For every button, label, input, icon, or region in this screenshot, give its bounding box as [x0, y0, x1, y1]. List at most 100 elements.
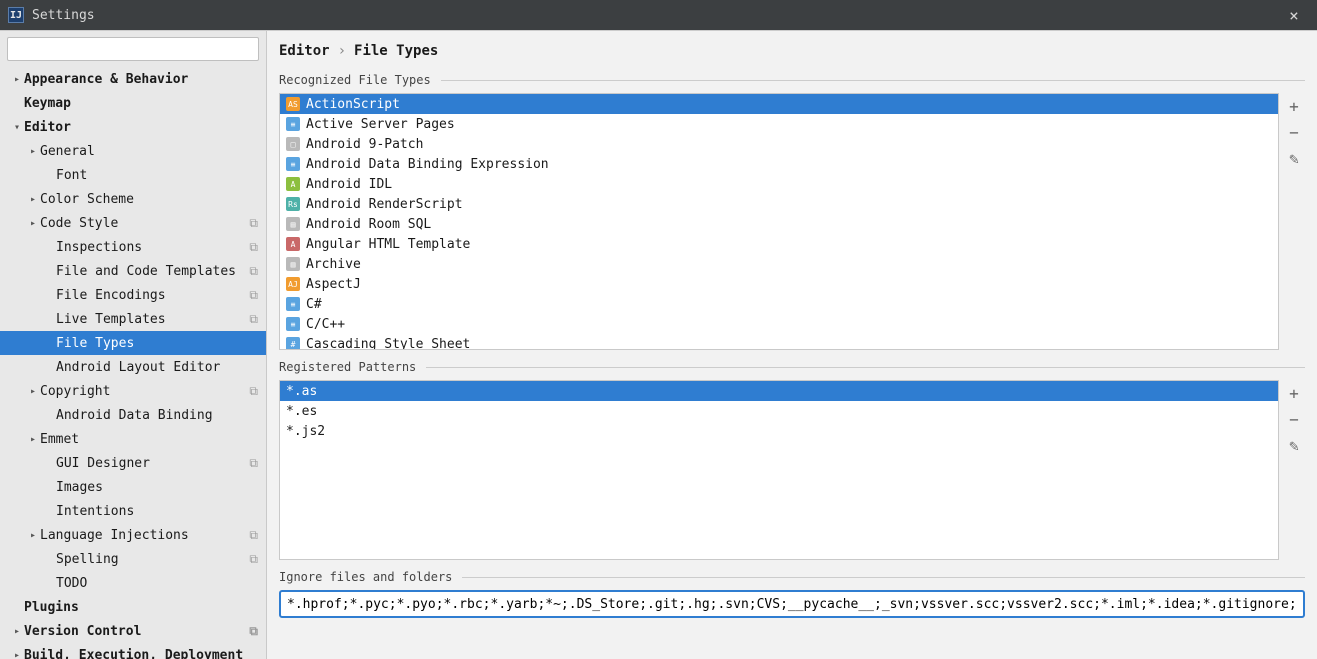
- tree-item[interactable]: TODO: [0, 571, 266, 595]
- file-type-icon: ≡: [286, 157, 300, 171]
- file-type-icon: ≡: [286, 297, 300, 311]
- pattern-item[interactable]: *.js2: [280, 421, 1278, 441]
- tree-item-label: Images: [56, 480, 258, 495]
- pattern-label: *.js2: [286, 424, 325, 439]
- edit-pattern-button[interactable]: ✎: [1283, 434, 1305, 456]
- remove-button[interactable]: −: [1283, 121, 1305, 143]
- scheme-icon: ⧉: [249, 240, 258, 255]
- tree-item[interactable]: GUI Designer⧉: [0, 451, 266, 475]
- section-title-recognized: Recognized File Types: [279, 73, 431, 87]
- file-type-icon: Rs: [286, 197, 300, 211]
- tree-item[interactable]: Spelling⧉: [0, 547, 266, 571]
- tree-item[interactable]: ▸Emmet: [0, 427, 266, 451]
- chevron-icon: ▸: [26, 434, 40, 445]
- file-type-item[interactable]: #Cascading Style Sheet: [280, 334, 1278, 350]
- file-type-item[interactable]: ASActionScript: [280, 94, 1278, 114]
- tree-item[interactable]: ▸Code Style⧉: [0, 211, 266, 235]
- file-type-item[interactable]: ▤Android Room SQL: [280, 214, 1278, 234]
- file-type-item[interactable]: ≡Active Server Pages: [280, 114, 1278, 134]
- scheme-icon: ⧉: [249, 528, 258, 543]
- file-type-label: AspectJ: [306, 277, 361, 292]
- add-pattern-button[interactable]: +: [1283, 382, 1305, 404]
- tree-item[interactable]: ▸Version Control⧉: [0, 619, 266, 643]
- tree-item[interactable]: ▸Copyright⧉: [0, 379, 266, 403]
- file-type-icon: AJ: [286, 277, 300, 291]
- ignore-input[interactable]: [279, 590, 1305, 618]
- tree-item[interactable]: File Encodings⧉: [0, 283, 266, 307]
- tree-item-label: Spelling: [56, 552, 249, 567]
- add-button[interactable]: +: [1283, 95, 1305, 117]
- tree-item-label: Font: [56, 168, 258, 183]
- settings-tree: ▸Appearance & BehaviorKeymap▾Editor▸Gene…: [0, 67, 266, 659]
- file-type-label: Android Room SQL: [306, 217, 431, 232]
- chevron-icon: ▸: [26, 530, 40, 541]
- section-title-registered: Registered Patterns: [279, 360, 416, 374]
- remove-pattern-button[interactable]: −: [1283, 408, 1305, 430]
- pattern-item[interactable]: *.es: [280, 401, 1278, 421]
- file-type-label: Android 9-Patch: [306, 137, 423, 152]
- tree-item-label: Editor: [24, 120, 258, 135]
- tree-item-label: File and Code Templates: [56, 264, 249, 279]
- titlebar: IJ Settings ×: [0, 0, 1317, 30]
- file-type-label: C/C++: [306, 317, 345, 332]
- chevron-icon: ▸: [10, 626, 24, 637]
- file-type-item[interactable]: AJ AspectJ: [280, 274, 1278, 294]
- tree-item[interactable]: ▸Color Scheme: [0, 187, 266, 211]
- scheme-icon: ⧉: [249, 264, 258, 279]
- tree-item[interactable]: Live Templates⧉: [0, 307, 266, 331]
- file-type-item[interactable]: AAndroid IDL: [280, 174, 1278, 194]
- file-type-label: Android RenderScript: [306, 197, 463, 212]
- tree-item[interactable]: ▸Build, Execution, Deployment: [0, 643, 266, 659]
- tree-item-label: General: [40, 144, 258, 159]
- file-type-item[interactable]: Rs Android RenderScript: [280, 194, 1278, 214]
- tree-item-label: Keymap: [24, 96, 258, 111]
- tree-item[interactable]: ▸Appearance & Behavior: [0, 67, 266, 91]
- scheme-icon: ⧉: [249, 384, 258, 399]
- tree-item-label: Language Injections: [40, 528, 249, 543]
- chevron-icon: ▸: [26, 194, 40, 205]
- edit-button[interactable]: ✎: [1283, 147, 1305, 169]
- tree-item[interactable]: Inspections⧉: [0, 235, 266, 259]
- file-type-item[interactable]: ≡ C#: [280, 294, 1278, 314]
- tree-item[interactable]: Android Data Binding: [0, 403, 266, 427]
- pattern-item[interactable]: *.as: [280, 381, 1278, 401]
- tree-item[interactable]: Font: [0, 163, 266, 187]
- breadcrumb-parent: Editor: [279, 43, 330, 59]
- file-type-label: C#: [306, 297, 322, 312]
- tree-item[interactable]: Intentions: [0, 499, 266, 523]
- window-title: Settings: [32, 8, 1279, 23]
- tree-item[interactable]: ▾Editor: [0, 115, 266, 139]
- tree-item[interactable]: File and Code Templates⧉: [0, 259, 266, 283]
- chevron-icon: ▸: [10, 74, 24, 85]
- tree-item-label: Build, Execution, Deployment: [24, 648, 258, 659]
- tree-item[interactable]: Plugins: [0, 595, 266, 619]
- tree-item-label: Android Data Binding: [56, 408, 258, 423]
- file-type-item[interactable]: AAngular HTML Template: [280, 234, 1278, 254]
- breadcrumb: Editor › File Types: [279, 43, 1305, 59]
- file-type-label: Archive: [306, 257, 361, 272]
- chevron-icon: ▸: [26, 146, 40, 157]
- tree-item[interactable]: Android Layout Editor: [0, 355, 266, 379]
- tree-item[interactable]: Keymap: [0, 91, 266, 115]
- file-type-item[interactable]: ▥Archive: [280, 254, 1278, 274]
- file-type-item[interactable]: ≡ C/C++: [280, 314, 1278, 334]
- tree-item[interactable]: Images: [0, 475, 266, 499]
- file-type-item[interactable]: ≡Android Data Binding Expression: [280, 154, 1278, 174]
- divider: [426, 367, 1305, 368]
- tree-item[interactable]: File Types: [0, 331, 266, 355]
- search-input[interactable]: [7, 37, 259, 61]
- chevron-icon: ▸: [10, 650, 24, 659]
- tree-item-label: Version Control: [24, 624, 249, 639]
- file-type-item[interactable]: □ Android 9-Patch: [280, 134, 1278, 154]
- close-icon[interactable]: ×: [1279, 6, 1309, 25]
- file-types-list[interactable]: ASActionScript≡Active Server Pages □ Andro…: [279, 93, 1279, 350]
- tree-item-label: Intentions: [56, 504, 258, 519]
- scheme-icon: ⧉: [249, 456, 258, 471]
- file-type-icon: □: [286, 137, 300, 151]
- tree-item[interactable]: ▸Language Injections⧉: [0, 523, 266, 547]
- file-type-icon: ≡: [286, 317, 300, 331]
- tree-item[interactable]: ▸General: [0, 139, 266, 163]
- sidebar: 🔍 ▸Appearance & BehaviorKeymap▾Editor▸Ge…: [0, 31, 267, 659]
- patterns-list[interactable]: *.as*.es *.js2: [279, 380, 1279, 560]
- tree-item-label: GUI Designer: [56, 456, 249, 471]
